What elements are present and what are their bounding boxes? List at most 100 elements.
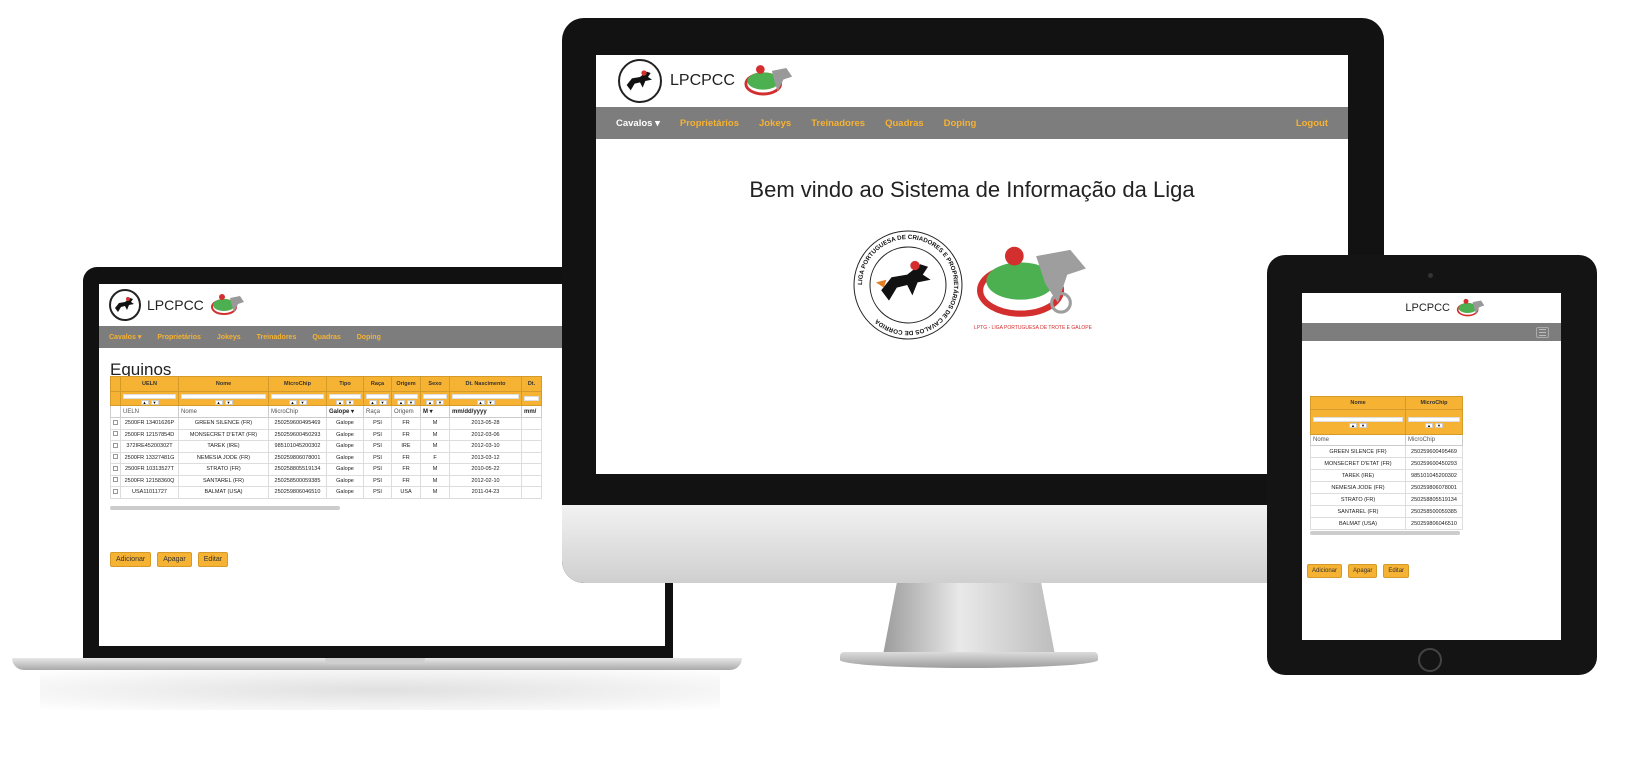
filter-input-tipo[interactable] [329, 393, 361, 399]
nav-quadras[interactable]: Quadras [312, 334, 340, 341]
nav-proprietarios[interactable]: Proprietários [157, 334, 201, 341]
add-button[interactable]: Adicionar [110, 552, 152, 567]
column-header-raca[interactable]: Raça [363, 376, 392, 392]
table-row[interactable]: 372IRE45200302T TAREK (IRE) 98510104520030… [110, 440, 542, 453]
filter-input-ueln[interactable] [123, 393, 176, 399]
column-header-microchip[interactable]: MicroChip [1405, 396, 1463, 410]
logout-link[interactable]: Logout [1296, 118, 1328, 129]
hint-ueln[interactable]: UELN [120, 405, 179, 418]
sort-up-icon[interactable]: ▲ [214, 399, 223, 405]
table-row[interactable]: MONSECRET D'ETAT (FR) 250259600450293 [1310, 457, 1463, 470]
sort-down-icon[interactable]: ▼ [486, 399, 495, 405]
row-checkbox[interactable] [113, 454, 118, 460]
sort-down-icon[interactable]: ▼ [378, 399, 387, 405]
table-row[interactable]: BALMAT (USA) 250259806046510 [1310, 517, 1463, 530]
sort-down-icon[interactable]: ▼ [436, 399, 444, 405]
hamburger-menu-icon[interactable] [1536, 326, 1549, 338]
nav-proprietarios[interactable]: Proprietários [680, 118, 739, 129]
nav-doping[interactable]: Doping [357, 334, 381, 341]
sort-down-icon[interactable]: ▼ [346, 399, 354, 405]
sort-up-icon[interactable]: ▲ [397, 399, 405, 405]
sort-up-icon[interactable]: ▲ [288, 399, 297, 405]
row-checkbox[interactable] [113, 419, 118, 425]
nav-jokeys[interactable]: Jokeys [217, 334, 241, 341]
table-row[interactable]: 2500FR 10313527T STRATO (FR) 2502588055191… [110, 463, 542, 476]
horizontal-scrollbar[interactable] [1310, 531, 1460, 535]
sort-down-icon[interactable]: ▼ [1359, 423, 1367, 428]
table-row[interactable]: 2500FR 13401626P GREEN SILENCE (FR) 250259… [110, 417, 542, 430]
edit-button[interactable]: Editar [197, 552, 229, 567]
sexo-select[interactable]: M ▾ [420, 405, 450, 418]
delete-button[interactable]: Apagar [1348, 564, 1378, 578]
column-header-nome[interactable]: Nome [178, 376, 269, 392]
brand-name[interactable]: LPCPCC [147, 297, 204, 313]
table-row[interactable]: USA11011727 BALMAT (USA) 250259806046510 Ga… [110, 486, 542, 499]
nav-quadras[interactable]: Quadras [885, 118, 924, 129]
sort-up-icon[interactable]: ▲ [1425, 423, 1433, 428]
delete-button[interactable]: Apagar [157, 552, 192, 567]
hint-origem[interactable]: Origem [391, 405, 421, 418]
table-row[interactable]: 2500FR 12157854D MONSECRET D'ETAT (FR) 250… [110, 428, 542, 441]
sort-up-icon[interactable]: ▲ [476, 399, 485, 405]
column-header-ueln[interactable]: UELN [120, 376, 179, 392]
column-header-dt-nascimento[interactable]: Dt. Nascimento [449, 376, 522, 392]
filter-input-nome[interactable] [181, 393, 266, 399]
nav-treinadores[interactable]: Treinadores [811, 118, 865, 129]
horizontal-scrollbar[interactable] [110, 506, 340, 510]
sort-up-icon[interactable]: ▲ [368, 399, 377, 405]
sort-down-icon[interactable]: ▼ [150, 399, 159, 405]
row-checkbox[interactable] [113, 477, 118, 483]
table-row[interactable]: TAREK (IRE) 985101045200302 [1310, 469, 1463, 482]
sort-down-icon[interactable]: ▼ [1435, 423, 1443, 428]
hint-raca[interactable]: Raça [363, 405, 392, 418]
nav-treinadores[interactable]: Treinadores [257, 334, 297, 341]
row-checkbox[interactable] [113, 488, 118, 494]
column-header-microchip[interactable]: MicroChip [268, 376, 327, 392]
hint-microchip[interactable]: MicroChip [1405, 434, 1463, 446]
filter-input-origem[interactable] [394, 393, 418, 399]
table-row[interactable]: 2500FR 12158360Q SANTAREL (FR) 25025850005… [110, 474, 542, 487]
edit-button[interactable]: Editar [1383, 564, 1410, 578]
filter-input-dt-nascimento[interactable] [452, 393, 519, 399]
hint-nome[interactable]: Nome [1310, 434, 1406, 446]
filter-input-dt-truncated[interactable] [524, 396, 539, 401]
table-row[interactable]: GREEN SILENCE (FR) 250259600495469 [1310, 445, 1463, 458]
filter-input-nome[interactable] [1313, 417, 1403, 422]
sort-up-icon[interactable]: ▲ [1349, 423, 1357, 428]
sort-up-icon[interactable]: ▲ [426, 399, 434, 405]
column-header-nome[interactable]: Nome [1310, 396, 1406, 410]
hint-dt-nascimento[interactable]: mm/dd/yyyy [449, 405, 522, 418]
nav-doping[interactable]: Doping [944, 118, 977, 129]
table-row[interactable]: NEMESIA JODE (FR) 250259806078001 [1310, 481, 1463, 494]
nav-cavalos[interactable]: Cavalos ▾ [109, 333, 141, 341]
nav-jokeys[interactable]: Jokeys [759, 118, 791, 129]
sort-down-icon[interactable]: ▼ [224, 399, 233, 405]
row-checkbox[interactable] [113, 431, 118, 437]
sort-down-icon[interactable]: ▼ [407, 399, 415, 405]
device-mockup-stage: LPCPCC Cavalos ▾ Proprietários Jokeys Tr… [0, 0, 1639, 767]
sort-up-icon[interactable]: ▲ [336, 399, 344, 405]
hint-dt-truncated[interactable]: mm/ [521, 405, 542, 418]
filter-input-microchip[interactable] [271, 393, 324, 399]
filter-input-microchip[interactable] [1408, 417, 1460, 422]
filter-input-sexo[interactable] [423, 393, 447, 399]
table-row[interactable]: 2500FR 13327481G NEMESIA JODE (FR) 2502598… [110, 451, 542, 464]
hint-nome[interactable]: Nome [178, 405, 269, 418]
column-header-origem[interactable]: Origem [391, 376, 421, 392]
tipo-select[interactable]: Galope ▾ [326, 405, 364, 418]
sort-up-icon[interactable]: ▲ [140, 399, 149, 405]
filter-input-raca[interactable] [366, 393, 389, 399]
column-header-sexo[interactable]: Sexo [420, 376, 450, 392]
row-checkbox[interactable] [113, 465, 118, 471]
brand-name[interactable]: LPCPCC [670, 72, 735, 90]
nav-cavalos[interactable]: Cavalos ▾ [616, 118, 660, 129]
sort-down-icon[interactable]: ▼ [298, 399, 307, 405]
row-checkbox[interactable] [113, 442, 118, 448]
add-button[interactable]: Adicionar [1307, 564, 1343, 578]
brand-name[interactable]: LPCPCC [1405, 302, 1450, 314]
column-header-dt-truncated[interactable]: Dt. [521, 376, 542, 392]
table-row[interactable]: STRATO (FR) 250258805519134 [1310, 493, 1463, 506]
column-header-tipo[interactable]: Tipo [326, 376, 364, 392]
hint-microchip[interactable]: MicroChip [268, 405, 327, 418]
table-row[interactable]: SANTAREL (FR) 250258500059385 [1310, 505, 1463, 518]
